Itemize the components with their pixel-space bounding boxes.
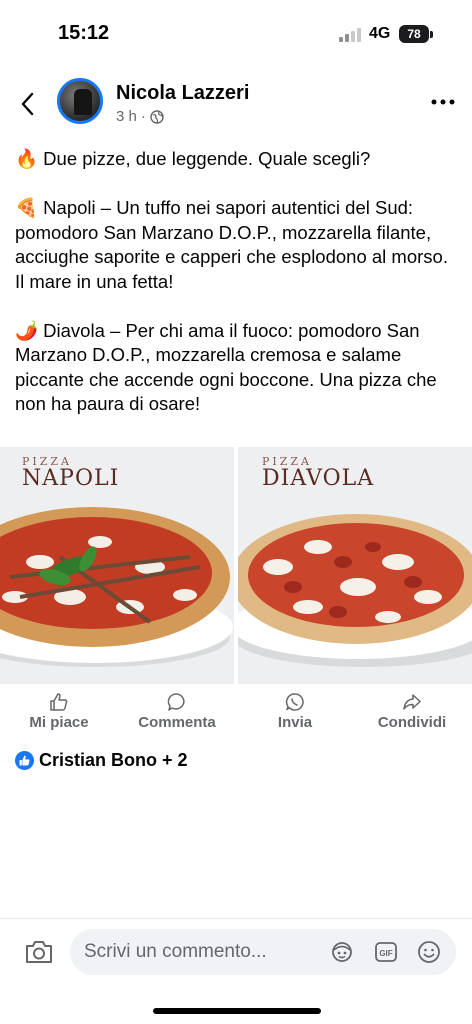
post-meta: 3 h · — [116, 108, 164, 125]
emoji-icon[interactable] — [417, 940, 441, 964]
post-text: 🔥 Due pizze, due leggende. Quale scegli?… — [15, 147, 460, 417]
comment-input[interactable]: Scrivi un commento... GIF — [70, 929, 456, 975]
avatar[interactable] — [57, 78, 103, 124]
share-arrow-icon — [403, 694, 421, 710]
battery-icon: 78 — [399, 25, 429, 43]
signal-icon — [339, 28, 363, 42]
avatar-sticker-icon[interactable] — [330, 940, 354, 964]
meta-separator: · — [140, 108, 146, 125]
action-bar: Mi piace Commenta Invia Condividi — [0, 688, 472, 736]
globe-icon — [150, 109, 164, 124]
comment-button[interactable]: Commenta — [128, 688, 226, 731]
whatsapp-icon — [285, 693, 304, 711]
status-bar: 15:12 4G 78 — [0, 0, 472, 70]
post-line-diavola: 🌶️ Diavola – Per chi ama il fuoco: pomod… — [15, 319, 437, 415]
like-label: Mi piace — [29, 714, 89, 731]
comment-bubble-icon — [167, 693, 185, 711]
pizza-napoli-image — [0, 507, 233, 667]
photo-napoli[interactable]: PIZZA NAPOLI — [0, 447, 234, 684]
comment-label: Commenta — [138, 714, 216, 731]
share-label: Condividi — [377, 714, 447, 731]
post-line-intro: 🔥 Due pizze, due leggende. Quale scegli? — [15, 148, 371, 169]
like-reaction-icon — [15, 751, 34, 770]
pizza-diavola-image — [238, 514, 472, 667]
send-button[interactable]: Invia — [270, 688, 320, 731]
divider — [0, 918, 472, 919]
battery-tip — [430, 31, 433, 38]
send-label: Invia — [277, 714, 313, 731]
gif-icon[interactable]: GIF — [374, 940, 398, 964]
post-time[interactable]: 3 h — [116, 108, 137, 125]
back-arrow-icon[interactable] — [18, 90, 38, 118]
reactions-summary[interactable]: Cristian Bono + 2 — [15, 750, 188, 771]
reaction-names: Cristian Bono + 2 — [39, 750, 188, 770]
share-button[interactable]: Condividi — [368, 688, 456, 731]
network-type: 4G — [369, 25, 391, 42]
post-photos: PIZZA NAPOLI PIZZA DIAVOLA — [0, 447, 472, 684]
author-name[interactable]: Nicola Lazzeri — [116, 82, 249, 105]
like-button[interactable]: Mi piace — [22, 688, 96, 731]
post-line-napoli: 🍕 Napoli – Un tuffo nei sapori autentici… — [15, 197, 448, 292]
home-indicator[interactable] — [153, 1008, 321, 1014]
more-options-icon[interactable] — [431, 98, 455, 106]
thumbs-up-icon — [50, 693, 68, 711]
status-time: 15:12 — [58, 22, 110, 44]
photo-diavola[interactable]: PIZZA DIAVOLA — [238, 447, 472, 684]
svg-text:GIF: GIF — [379, 949, 392, 958]
camera-icon[interactable] — [24, 938, 54, 966]
comment-placeholder: Scrivi un commento... — [84, 941, 267, 962]
